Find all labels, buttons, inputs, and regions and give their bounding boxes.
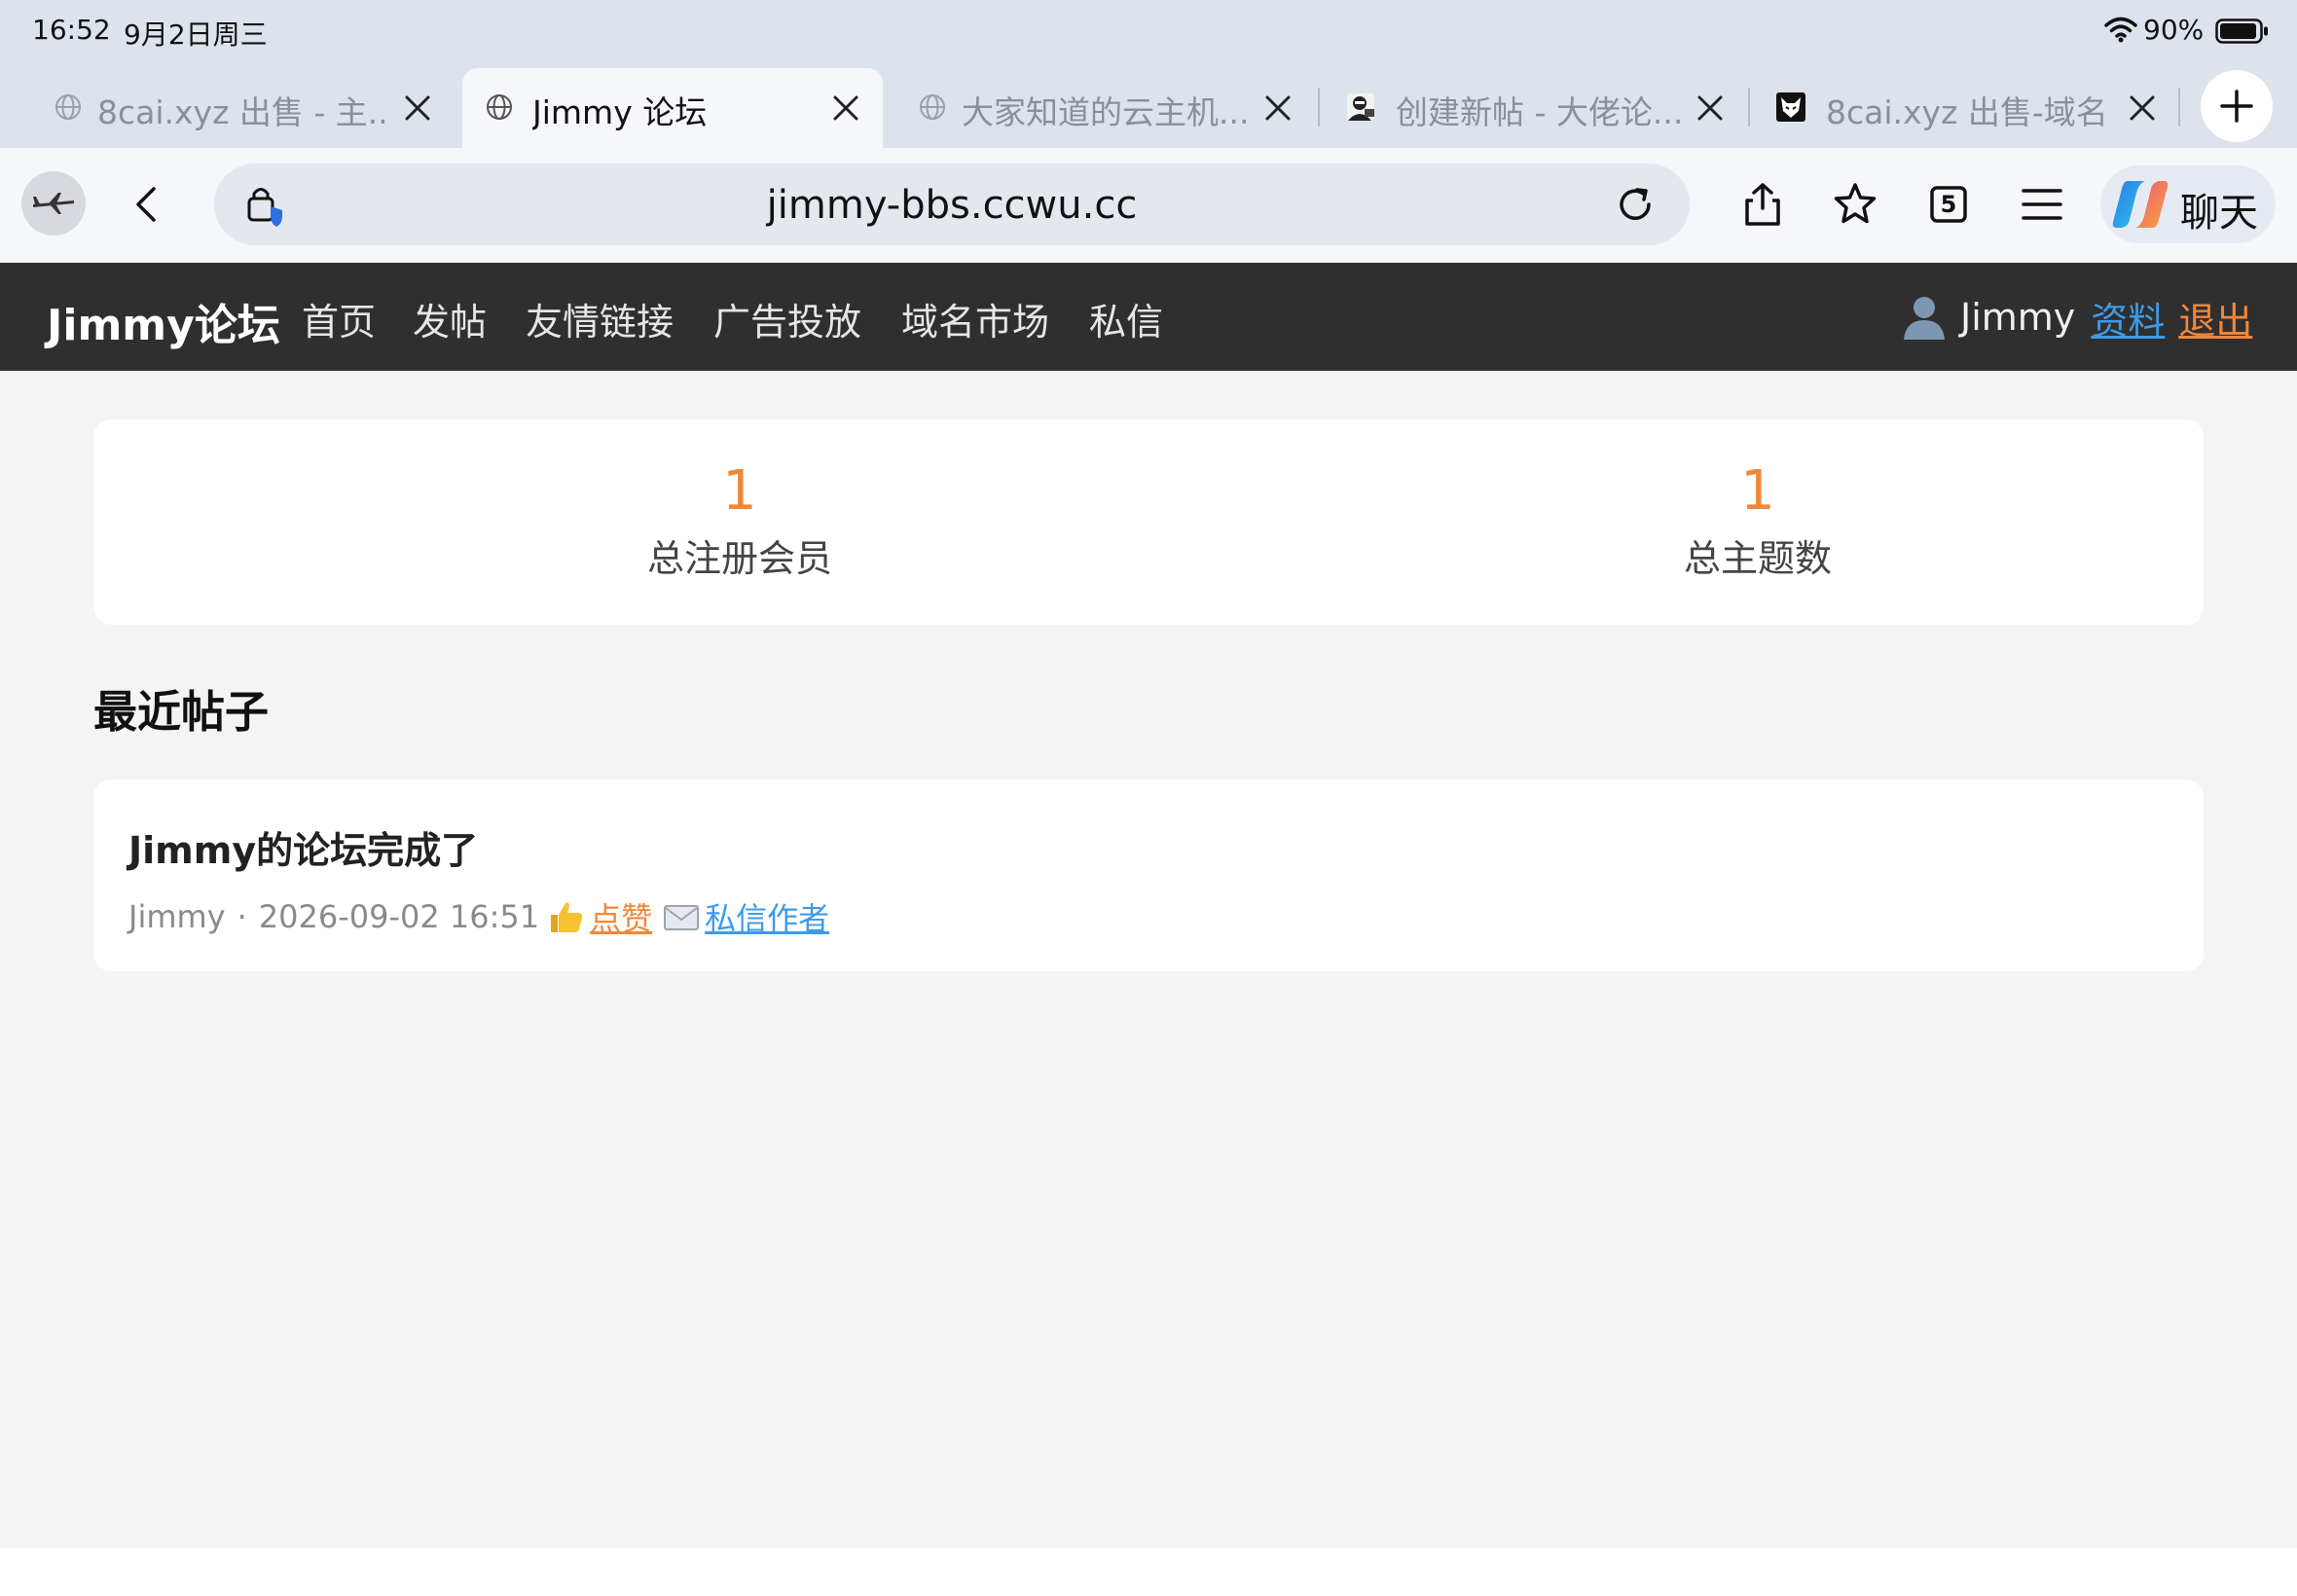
- back-button[interactable]: [127, 183, 165, 226]
- nav-friend-links[interactable]: 友情链接: [526, 292, 674, 345]
- message-author-label: 私信作者: [705, 900, 830, 937]
- url-text: jimmy-bbs.ccwu.cc: [766, 183, 1138, 228]
- tab-separator: [1318, 88, 1320, 127]
- tab-separator: [1748, 88, 1750, 127]
- browser-chrome: 16:52 9月2日周三 90% 8cai.xyz 出售 - 主... Jimm…: [0, 0, 2297, 263]
- hacker-avatar-icon: [1347, 93, 1374, 121]
- close-icon[interactable]: [1694, 91, 1727, 125]
- page-body: 1 总注册会员 1 总主题数 最近帖子 Jimmy的论坛完成了 Jimmy · …: [0, 371, 2297, 1548]
- globe-icon: [920, 94, 945, 120]
- site-logo[interactable]: Jimmy论坛: [47, 290, 280, 352]
- thumbs-up-icon: [551, 902, 583, 932]
- tab-count-button[interactable]: 5: [1925, 181, 1972, 228]
- stat-value: 1: [1740, 459, 1775, 523]
- stat-value: 1: [722, 459, 757, 523]
- post-card: Jimmy的论坛完成了 Jimmy · 2026-09-02 16:51 点赞 …: [93, 780, 2204, 971]
- tab-title: 创建新帖 - 大佬论...: [1396, 93, 1683, 131]
- battery-icon: [2215, 18, 2268, 44]
- user-name: Jimmy: [1960, 296, 2076, 339]
- profile-link[interactable]: 资料: [2091, 291, 2165, 345]
- status-bar: 16:52 9月2日周三 90%: [0, 0, 2297, 60]
- tab-5[interactable]: 8cai.xyz 出售-域名: [1754, 68, 2172, 148]
- envelope-icon: [664, 905, 700, 930]
- close-icon[interactable]: [829, 91, 862, 125]
- close-icon[interactable]: [1261, 91, 1294, 125]
- tab-3[interactable]: 大家知道的云主机...: [884, 68, 1312, 148]
- tab-title: 大家知道的云主机...: [962, 93, 1249, 131]
- site-navbar: Jimmy论坛 首页 发帖 友情链接 广告投放 域名市场 私信 Jimmy 资料…: [0, 263, 2297, 371]
- battery-percent: 90%: [2143, 14, 2205, 46]
- address-row: jimmy-bbs.ccwu.cc 5 聊天: [0, 148, 2297, 263]
- meta-separator: ·: [237, 898, 247, 935]
- like-button[interactable]: 点赞: [547, 894, 652, 939]
- user-icon: [1904, 297, 1945, 340]
- stats-card: 1 总注册会员 1 总主题数: [93, 419, 2204, 625]
- plus-icon: [2220, 90, 2253, 123]
- profile-avatar[interactable]: [21, 171, 86, 236]
- tab-count: 5: [1940, 191, 1957, 218]
- nav-new-post[interactable]: 发帖: [413, 292, 487, 345]
- share-icon[interactable]: [1739, 181, 1786, 228]
- nav-home[interactable]: 首页: [302, 292, 376, 345]
- nav-domain-market[interactable]: 域名市场: [901, 292, 1049, 345]
- address-bar[interactable]: jimmy-bbs.ccwu.cc: [214, 163, 1690, 245]
- close-icon[interactable]: [401, 91, 434, 125]
- globe-icon: [55, 94, 81, 120]
- copilot-icon: [2112, 181, 2169, 228]
- stat-label: 总注册会员: [646, 537, 832, 580]
- post-author: Jimmy: [128, 898, 226, 935]
- wolf-logo-icon: [1776, 92, 1805, 122]
- nav-messages[interactable]: 私信: [1089, 292, 1163, 345]
- nav-user-area: Jimmy 资料 退出: [1900, 290, 2252, 345]
- status-time: 16:52: [32, 14, 111, 46]
- globe-icon: [487, 94, 512, 120]
- post-title[interactable]: Jimmy的论坛完成了: [128, 820, 478, 874]
- post-time: 2026-09-02 16:51: [258, 898, 540, 935]
- wifi-icon: [2104, 17, 2137, 43]
- tab-title: Jimmy 论坛: [532, 93, 708, 131]
- reload-icon[interactable]: [1614, 183, 1657, 226]
- nav-ads[interactable]: 广告投放: [713, 292, 861, 345]
- menu-icon[interactable]: [2019, 181, 2065, 228]
- tab-title: 8cai.xyz 出售-域名: [1826, 93, 2103, 131]
- stat-topics: 1 总主题数: [1563, 460, 1952, 582]
- stat-members: 1 总注册会员: [545, 460, 934, 582]
- status-date: 9月2日周三: [124, 18, 268, 51]
- tab-4[interactable]: 创建新帖 - 大佬论...: [1324, 68, 1742, 148]
- logout-link[interactable]: 退出: [2178, 291, 2252, 345]
- bottom-strip: [0, 1548, 2297, 1596]
- copilot-chat-button[interactable]: 聊天: [2100, 165, 2276, 243]
- recent-posts-heading: 最近帖子: [93, 686, 270, 738]
- airplane-icon: [33, 193, 74, 214]
- copilot-label: 聊天: [2180, 191, 2258, 236]
- close-icon[interactable]: [2126, 91, 2159, 125]
- new-tab-button[interactable]: [2201, 70, 2273, 142]
- tab-2[interactable]: Jimmy 论坛: [462, 68, 883, 150]
- post-meta: Jimmy · 2026-09-02 16:51 点赞 私信作者: [128, 894, 829, 939]
- star-icon[interactable]: [1832, 181, 1878, 228]
- stat-label: 总主题数: [1683, 537, 1832, 580]
- message-author-button[interactable]: 私信作者: [662, 894, 829, 939]
- tab-separator: [2178, 88, 2180, 127]
- tab-strip: 8cai.xyz 出售 - 主... Jimmy 论坛 大家知道的云主机... …: [0, 68, 2297, 150]
- tab-title: 8cai.xyz 出售 - 主...: [97, 93, 384, 131]
- tab-1[interactable]: 8cai.xyz 出售 - 主...: [19, 68, 448, 148]
- like-label: 点赞: [590, 900, 653, 937]
